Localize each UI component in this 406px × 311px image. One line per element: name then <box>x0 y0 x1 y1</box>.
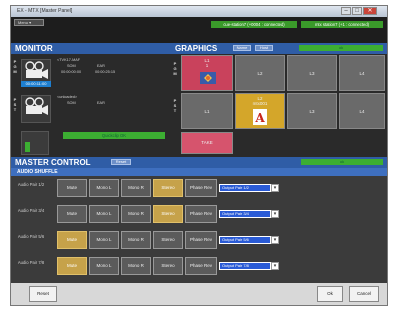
graphics-pst-l2[interactable]: L2 mtx001 A <box>235 93 285 129</box>
graphics-name-button[interactable]: Name <box>233 45 251 51</box>
graphics-pgm-side-label: P G M <box>173 61 177 76</box>
output-pair-select[interactable]: Output Pair 1/2 <box>219 184 271 192</box>
graphic-letter-icon: A <box>253 109 267 125</box>
chevron-down-icon[interactable]: ▾ <box>271 236 279 244</box>
pgm-eom-label: EAR <box>97 64 105 68</box>
graphics-pst-l3-label: L3 <box>309 109 315 114</box>
pst-camera-thumbnail <box>21 95 51 123</box>
audio-phase-rev-button[interactable]: Phase Rev <box>185 205 217 223</box>
reset-button[interactable]: Reset <box>29 286 57 302</box>
menu-bar: Menu ▾ cue-station7 (+0004 : connected) … <box>11 17 387 43</box>
audio-pair-label: Audio Pair 1/2 <box>17 182 45 187</box>
audio-mono-l-button[interactable]: Mono L <box>89 179 119 197</box>
master-reset-mini-button[interactable]: Reset <box>111 159 131 165</box>
master-control-panel: MASTER CONTROL Reset ok AUDIO SHUFFLE Au… <box>11 157 387 283</box>
monitor-panel: MONITOR P G M 00:00:11:00 <TVK17-MAF SOM… <box>11 43 171 157</box>
graphics-pgm-l3-label: L3 <box>309 71 315 76</box>
graphics-pgm-l1-sub: 1 <box>205 63 209 68</box>
graphics-host-button[interactable]: Host <box>255 45 273 51</box>
cancel-button[interactable]: Cancel <box>349 286 379 302</box>
audio-mute-button[interactable]: Mute <box>57 231 87 249</box>
audio-stereo-button[interactable]: Stereo <box>153 257 183 275</box>
close-button[interactable]: ✕ <box>363 7 377 15</box>
graphics-pst-l1-label: L1 <box>204 109 210 114</box>
graphics-pgm-l2[interactable]: L2 <box>235 55 285 91</box>
chevron-down-icon[interactable]: ▾ <box>271 184 279 192</box>
graphic-thumbnail-icon <box>200 72 216 84</box>
audio-pair-label: Audio Pair 7/8 <box>17 260 45 265</box>
pst-side-label: P S T <box>13 97 17 112</box>
audio-mono-r-button[interactable]: Mono R <box>121 205 151 223</box>
graphics-pst-l3[interactable]: L3 <box>287 93 337 129</box>
monitor-title: MONITOR <box>11 43 171 54</box>
master-status: ok <box>301 159 383 165</box>
graphics-pgm-l4-label: L4 <box>359 71 365 76</box>
audio-stereo-button[interactable]: Stereo <box>153 179 183 197</box>
audio-mute-button[interactable]: Mute <box>57 179 87 197</box>
audio-mute-button[interactable]: Mute <box>57 257 87 275</box>
camera-icon <box>25 97 48 115</box>
graphics-pst-l1[interactable]: L1 <box>181 93 233 129</box>
output-pair-select[interactable]: Output Pair 3/4 <box>219 210 271 218</box>
audio-stereo-button[interactable]: Stereo <box>153 205 183 223</box>
pst-som-label: SOM <box>67 101 76 105</box>
ok-button[interactable]: Ok <box>317 286 343 302</box>
graphics-pst-l4-label: L4 <box>359 109 365 114</box>
pst-clip-name: <unloaded> <box>57 95 78 99</box>
graphics-take-button[interactable]: TAKE <box>181 132 233 154</box>
level-meter <box>25 142 30 152</box>
audio-mono-l-button[interactable]: Mono L <box>89 257 119 275</box>
window-title: EX - MTX [Master Panel] <box>17 8 73 14</box>
audio-mono-r-button[interactable]: Mono R <box>121 179 151 197</box>
graphics-panel: GRAPHICS Name Host ok P G M L1 1 L2 L3 L… <box>171 43 387 157</box>
graphics-pgm-l4[interactable]: L4 <box>339 55 385 91</box>
camera-icon <box>25 61 48 79</box>
audio-mono-l-button[interactable]: Mono L <box>89 205 119 223</box>
audio-phase-rev-button[interactable]: Phase Rev <box>185 257 217 275</box>
graphics-pst-l2-label: L2 mtx001 <box>252 96 268 106</box>
audio-phase-rev-button[interactable]: Phase Rev <box>185 231 217 249</box>
pgm-clip-name: <TVK17-MAF <box>57 58 81 62</box>
audio-pair-label: Audio Pair 5/6 <box>17 234 45 239</box>
graphics-pgm-l3[interactable]: L3 <box>287 55 337 91</box>
audio-mute-button[interactable]: Mute <box>57 205 87 223</box>
maximize-button[interactable]: □ <box>352 7 362 15</box>
app-window: EX - MTX [Master Panel] – □ ✕ Menu ▾ cue… <box>10 5 388 306</box>
audio-stereo-button[interactable]: Stereo <box>153 231 183 249</box>
audio-mono-r-button[interactable]: Mono R <box>121 231 151 249</box>
audio-mono-r-button[interactable]: Mono R <box>121 257 151 275</box>
quickclip-thumbnail <box>21 131 49 155</box>
pgm-timecode: 00:00:11:00 <box>21 81 51 87</box>
svg-text:A: A <box>254 111 265 125</box>
status-connection-right: mtx station7 (+1 : connected) <box>301 21 383 28</box>
output-pair-select[interactable]: Output Pair 7/8 <box>219 262 271 270</box>
graphics-status: ok <box>299 45 383 51</box>
status-connection-left: cue-station7 (+0004 : connected) <box>211 21 297 28</box>
pgm-eom-value: 00:00:25:15 <box>95 70 116 74</box>
chevron-down-icon[interactable]: ▾ <box>271 210 279 218</box>
pst-eom-label: EAR <box>97 101 105 105</box>
audio-shuffle-title: AUDIO SHUFFLE <box>11 168 387 176</box>
minimize-button[interactable]: – <box>341 7 351 15</box>
graphics-pst-side-label: P S T <box>173 98 177 113</box>
output-pair-select[interactable]: Output Pair 5/6 <box>219 236 271 244</box>
pgm-side-label: P G M <box>13 59 17 74</box>
title-bar: EX - MTX [Master Panel] – □ ✕ <box>11 6 387 17</box>
footer-bar: Reset Ok Cancel <box>11 283 387 305</box>
pgm-som-label: SOM <box>67 64 76 68</box>
graphics-pgm-l2-label: L2 <box>257 71 263 76</box>
pgm-som-value: 00:00:00:00 <box>61 70 82 74</box>
chevron-down-icon[interactable]: ▾ <box>271 262 279 270</box>
graphics-pst-l4[interactable]: L4 <box>339 93 385 129</box>
quickclip-status: Quickclip OK <box>63 132 165 139</box>
audio-pair-label: Audio Pair 3/4 <box>17 208 45 213</box>
menu-button[interactable]: Menu ▾ <box>14 19 44 26</box>
audio-mono-l-button[interactable]: Mono L <box>89 231 119 249</box>
audio-phase-rev-button[interactable]: Phase Rev <box>185 179 217 197</box>
graphics-pgm-l1[interactable]: L1 1 <box>181 55 233 91</box>
